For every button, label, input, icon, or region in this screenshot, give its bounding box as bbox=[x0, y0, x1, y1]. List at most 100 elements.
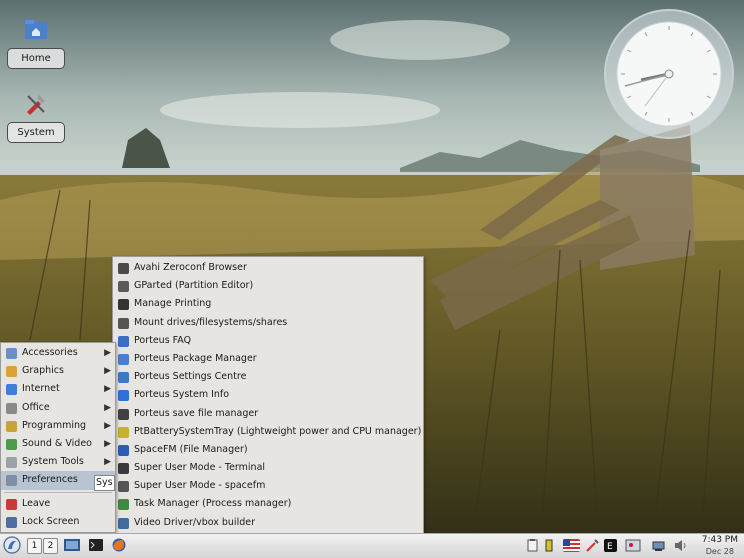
video-driver-icon bbox=[118, 517, 129, 529]
desktop-icon-system-label: System bbox=[7, 122, 65, 143]
start-menu-item[interactable]: System Tools ▶ bbox=[1, 453, 115, 471]
submenu-item[interactable]: Porteus save file manager bbox=[113, 405, 423, 423]
submenu-arrow-icon: ▶ bbox=[104, 366, 111, 377]
menu-separator bbox=[4, 491, 112, 493]
submenu-item-label: Porteus Package Manager bbox=[134, 352, 257, 364]
start-menu-item-label: Office bbox=[22, 401, 50, 413]
desktop-icon-system[interactable]: System bbox=[6, 92, 66, 143]
printer-icon bbox=[118, 299, 129, 311]
submenu-item-label: Porteus save file manager bbox=[134, 407, 259, 419]
submenu-item-label: Porteus FAQ bbox=[134, 334, 192, 346]
save-file-icon bbox=[118, 408, 129, 420]
start-menu-item[interactable]: Internet ▶ bbox=[1, 380, 115, 398]
start-menu-item-label: Graphics bbox=[22, 365, 64, 377]
tooltip-fragment: Sys bbox=[94, 475, 115, 491]
submenu-item-label: Mount drives/filesystems/shares bbox=[134, 316, 288, 328]
leave-icon bbox=[6, 498, 17, 510]
info-icon bbox=[118, 390, 129, 402]
programming-icon bbox=[6, 420, 17, 432]
graphics-icon bbox=[6, 366, 17, 378]
submenu-item-label: Super User Mode - Terminal bbox=[134, 462, 266, 474]
clock-date: Dec 28 bbox=[705, 547, 734, 556]
desktop-icon-home[interactable]: Home bbox=[6, 18, 66, 69]
submenu-arrow-icon: ▶ bbox=[104, 348, 111, 358]
submenu-item-label: Porteus System Info bbox=[134, 389, 230, 401]
submenu-item[interactable]: Avahi Zeroconf Browser bbox=[113, 259, 423, 277]
workspace-2-button[interactable]: 2 bbox=[43, 538, 58, 554]
submenu-item-label: Task Manager (Process manager) bbox=[134, 498, 292, 510]
system-tools-icon bbox=[6, 457, 17, 469]
submenu-item[interactable]: Super User Mode - spacefm bbox=[113, 477, 423, 495]
submenu-item[interactable]: Porteus FAQ bbox=[113, 332, 423, 350]
workspace-1-button[interactable]: 1 bbox=[27, 538, 42, 554]
sound-video-icon bbox=[6, 438, 17, 450]
network-icon[interactable] bbox=[652, 539, 665, 552]
start-menu-item-label: Accessories bbox=[22, 347, 78, 358]
task-manager-icon bbox=[118, 499, 129, 511]
submenu-item-label: GParted (Partition Editor) bbox=[134, 280, 254, 292]
svg-text:E: E bbox=[607, 542, 613, 552]
gparted-icon bbox=[118, 281, 129, 293]
preferences-submenu: Avahi Zeroconf Browser GParted (Partition… bbox=[112, 256, 424, 535]
spacefm-icon bbox=[118, 444, 129, 456]
start-menu-item-label: Lock Screen bbox=[22, 515, 80, 527]
submenu-item[interactable]: Porteus System Info bbox=[113, 386, 423, 404]
lock-screen-icon bbox=[6, 516, 17, 528]
accessories-icon bbox=[6, 348, 17, 359]
package-manager-icon bbox=[118, 353, 129, 365]
submenu-item-label: Avahi Zeroconf Browser bbox=[134, 262, 247, 273]
start-menu-item[interactable]: Programming ▶ bbox=[1, 417, 115, 435]
mount-icon bbox=[118, 317, 129, 329]
start-menu-button[interactable] bbox=[3, 536, 21, 554]
submenu-item-label: SpaceFM (File Manager) bbox=[134, 443, 248, 455]
analog-clock-widget bbox=[604, 9, 734, 139]
preferences-icon bbox=[6, 475, 17, 487]
spacefm-su-icon bbox=[118, 481, 129, 493]
start-menu-item[interactable]: Accessories ▶ bbox=[1, 344, 115, 362]
taskbar-clock[interactable]: 7:43 PM Dec 28 bbox=[702, 535, 738, 557]
image-viewer-icon[interactable] bbox=[625, 539, 641, 552]
clipboard-icon[interactable] bbox=[526, 539, 539, 552]
start-menu-item-label: Leave bbox=[22, 497, 51, 509]
submenu-item[interactable]: Manage Printing bbox=[113, 295, 423, 313]
show-desktop-icon[interactable] bbox=[64, 538, 80, 552]
internet-icon bbox=[6, 384, 17, 396]
start-menu-item-label: Preferences bbox=[22, 474, 78, 486]
porteus-faq-icon bbox=[118, 335, 129, 347]
screenshot-tool-icon[interactable] bbox=[586, 539, 599, 552]
start-menu-item[interactable]: Office ▶ bbox=[1, 399, 115, 417]
taskbar: 1 2 E 7:43 PM Dec 28 bbox=[0, 533, 744, 558]
start-menu-item[interactable]: Lock Screen bbox=[1, 513, 115, 531]
submenu-item[interactable]: Mount drives/filesystems/shares bbox=[113, 314, 423, 332]
start-menu-item[interactable]: Sound & Video ▶ bbox=[1, 435, 115, 453]
start-menu-item-label: System Tools bbox=[22, 456, 84, 468]
terminal-launcher-icon[interactable] bbox=[89, 538, 103, 552]
keyboard-layout-flag-icon[interactable] bbox=[563, 539, 580, 552]
volume-icon[interactable] bbox=[674, 539, 687, 552]
submenu-item[interactable]: Task Manager (Process manager) bbox=[113, 495, 423, 513]
system-tools-icon bbox=[27, 95, 45, 115]
submenu-item[interactable]: PtBatterySystemTray (Lightweight power a… bbox=[113, 423, 423, 441]
task-tray-icon[interactable]: E bbox=[604, 539, 617, 552]
start-menu-item[interactable]: Leave bbox=[1, 495, 115, 513]
clock-time: 7:43 PM bbox=[701, 535, 738, 545]
battery-icon bbox=[118, 426, 129, 438]
start-menu: Accessories ▶ Graphics ▶ Internet ▶ Office ▶ Pro… bbox=[0, 342, 116, 533]
office-icon bbox=[6, 402, 17, 414]
start-menu-item-label: Internet bbox=[22, 383, 60, 395]
battery-tray-icon[interactable] bbox=[545, 539, 553, 552]
submenu-item[interactable]: Video Driver/vbox builder bbox=[113, 514, 423, 532]
folder-home-icon bbox=[25, 20, 47, 39]
submenu-item-label: PtBatterySystemTray (Lightweight power a… bbox=[134, 425, 422, 437]
submenu-item-label: Porteus Settings Centre bbox=[134, 371, 247, 383]
start-menu-item[interactable]: Graphics ▶ bbox=[1, 362, 115, 380]
submenu-item[interactable]: GParted (Partition Editor) bbox=[113, 277, 423, 295]
settings-centre-icon bbox=[118, 372, 129, 384]
submenu-arrow-icon: ▶ bbox=[104, 384, 111, 395]
submenu-item[interactable]: Super User Mode - Terminal bbox=[113, 459, 423, 477]
submenu-item[interactable]: Porteus Settings Centre bbox=[113, 368, 423, 386]
terminal-icon bbox=[118, 463, 129, 475]
submenu-item[interactable]: Porteus Package Manager bbox=[113, 350, 423, 368]
firefox-launcher-icon[interactable] bbox=[112, 538, 126, 552]
submenu-item[interactable]: SpaceFM (File Manager) bbox=[113, 441, 423, 459]
